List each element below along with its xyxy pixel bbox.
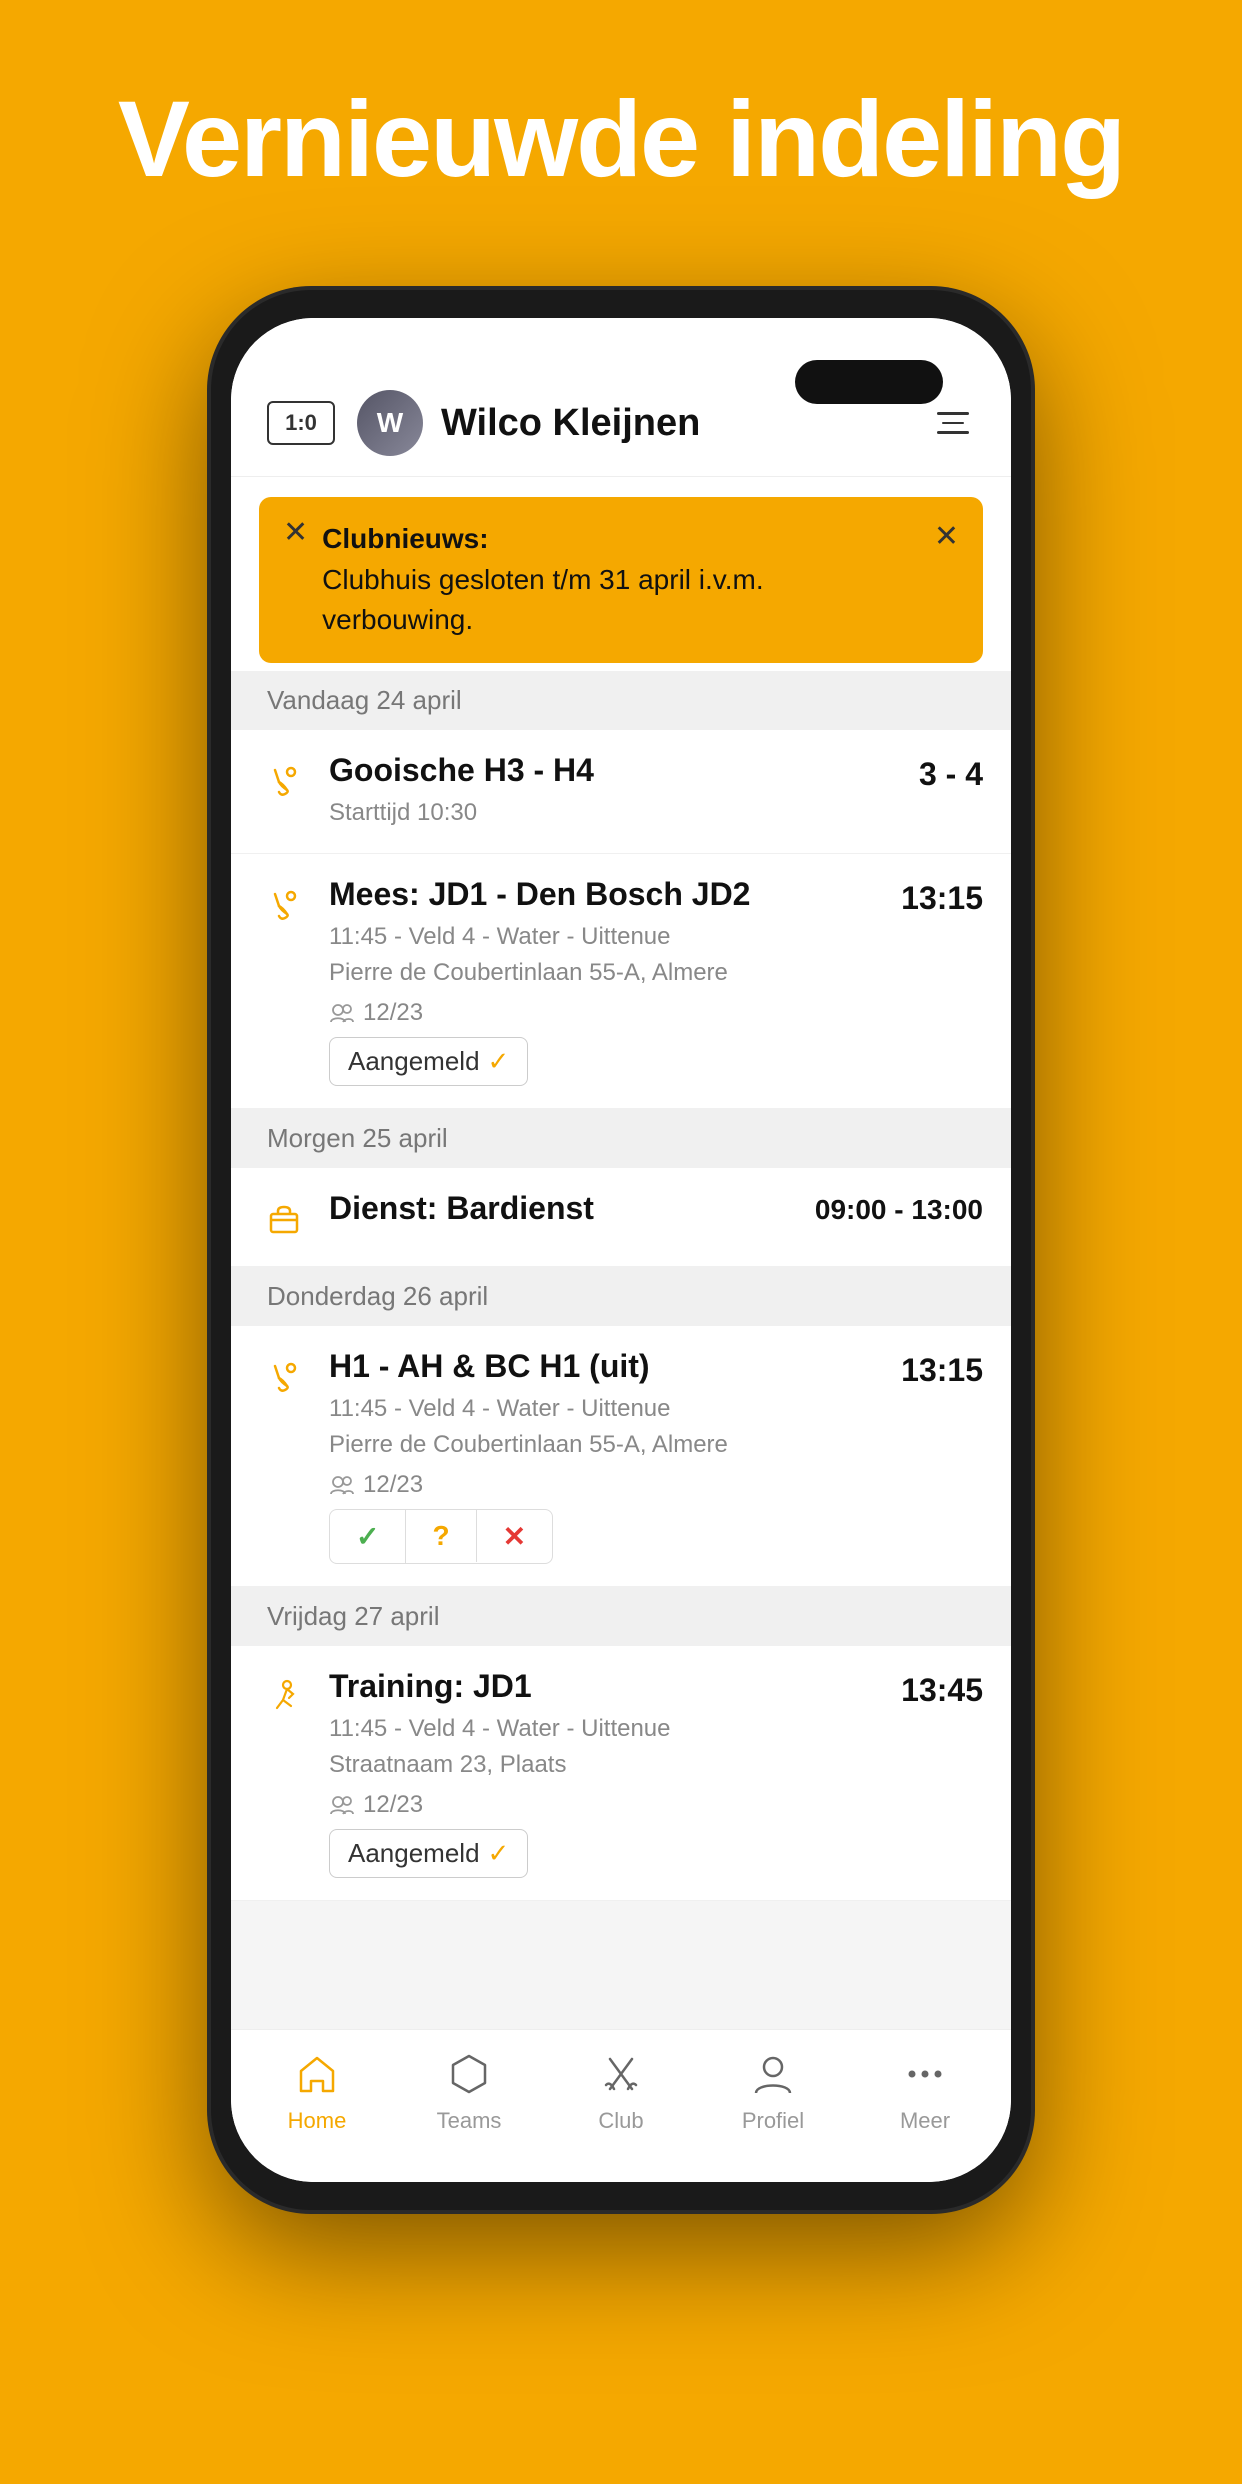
news-banner: ✕ Clubnieuws: Clubhuis gesloten t/m 31 a… — [259, 497, 983, 663]
screen-content: 1:0 W Wilco Kleijnen ✕ Clubnieuws: — [231, 318, 1011, 2182]
participants-5: 12/23 — [329, 1791, 887, 1819]
date-header-vrijdag: Vrijdag 27 april — [231, 1587, 1011, 1646]
service-icon-3 — [259, 1194, 309, 1244]
match-icon-1 — [259, 756, 309, 806]
home-icon — [291, 2048, 343, 2100]
event-training-jd1[interactable]: Training: JD1 11:45 - Veld 4 - Water - U… — [231, 1646, 1011, 1901]
participants-4: 12/23 — [329, 1471, 887, 1499]
score-icon[interactable]: 1:0 — [267, 401, 335, 445]
date-header-donderdag: Donderdag 26 april — [231, 1267, 1011, 1326]
event-details-4: H1 - AH & BC H1 (uit) 11:45 - Veld 4 - W… — [329, 1348, 887, 1564]
date-header-today: Vandaag 24 april — [231, 671, 1011, 730]
nav-meer-label: Meer — [900, 2108, 950, 2134]
date-label-today: Vandaag 24 april — [267, 685, 462, 715]
event-time-2: 13:15 — [901, 880, 983, 917]
event-time-5: 13:45 — [901, 1672, 983, 1709]
registration-badge-2[interactable]: Aangemeld ✓ — [329, 1037, 528, 1086]
no-button-4[interactable]: ✕ — [477, 1510, 552, 1563]
teams-icon — [443, 2048, 495, 2100]
nav-profiel[interactable]: Profiel — [697, 2048, 849, 2134]
news-x-icon: ✕ — [283, 515, 308, 550]
event-sub-2: 11:45 - Veld 4 - Water - Uittenue Pierre… — [329, 919, 887, 991]
date-label-morgen: Morgen 25 april — [267, 1123, 448, 1153]
phone-device: 1:0 W Wilco Kleijnen ✕ Clubnieuws: — [211, 290, 1031, 2210]
event-sub-1: Starttijd 10:30 — [329, 795, 905, 831]
participants-count-4: 12/23 — [363, 1471, 423, 1499]
event-sub-line1-2: 11:45 - Veld 4 - Water - Uittenue — [329, 923, 671, 950]
date-label-vrijdag: Vrijdag 27 april — [267, 1601, 439, 1631]
training-icon-5 — [259, 1672, 309, 1722]
registration-label-5: Aangemeld — [348, 1838, 480, 1869]
match-icon-2 — [259, 880, 309, 930]
event-sub-4: 11:45 - Veld 4 - Water - Uittenue Pierre… — [329, 1391, 887, 1463]
registration-label-2: Aangemeld — [348, 1046, 480, 1077]
event-sub-line1-5: 11:45 - Veld 4 - Water - Uittenue — [329, 1715, 671, 1742]
event-details-2: Mees: JD1 - Den Bosch JD2 11:45 - Veld 4… — [329, 876, 887, 1086]
event-details-5: Training: JD1 11:45 - Veld 4 - Water - U… — [329, 1668, 887, 1878]
scroll-spacer — [231, 1901, 1011, 2029]
bottom-navigation: Home Teams — [231, 2029, 1011, 2182]
event-mees-jd1[interactable]: Mees: JD1 - Den Bosch JD2 11:45 - Veld 4… — [231, 854, 1011, 1109]
nav-teams[interactable]: Teams — [393, 2048, 545, 2134]
date-header-morgen: Morgen 25 april — [231, 1109, 1011, 1168]
event-title-1: Gooische H3 - H4 — [329, 752, 905, 789]
participants-count-2: 12/23 — [363, 999, 423, 1027]
event-title-3: Dienst: Bardienst — [329, 1190, 801, 1227]
page-title: Vernieuwde indeling — [0, 80, 1242, 199]
event-time-3: 09:00 - 13:00 — [815, 1194, 983, 1226]
event-sub-5: 11:45 - Veld 4 - Water - Uittenue Straat… — [329, 1711, 887, 1783]
event-sub-line2-5: Straatnaam 23, Plaats — [329, 1751, 566, 1778]
event-time-1: 3 - 4 — [919, 756, 983, 793]
filter-lines-icon — [937, 412, 969, 434]
avatar-image: W — [357, 390, 423, 456]
user-name: Wilco Kleijnen — [441, 402, 931, 445]
event-gooische[interactable]: Gooische H3 - H4 Starttijd 10:30 3 - 4 — [231, 730, 1011, 854]
event-bardienst[interactable]: Dienst: Bardienst 09:00 - 13:00 — [231, 1168, 1011, 1267]
event-time-4: 13:15 — [901, 1352, 983, 1389]
registration-badge-5[interactable]: Aangemeld ✓ — [329, 1829, 528, 1878]
news-text: Clubnieuws: Clubhuis gesloten t/m 31 apr… — [322, 519, 920, 641]
profile-icon — [747, 2048, 799, 2100]
event-sub-line2-4: Pierre de Coubertinlaan 55-A, Almere — [329, 1431, 728, 1458]
news-title: Clubnieuws: — [322, 523, 488, 554]
participants-count-5: 12/23 — [363, 1791, 423, 1819]
avatar[interactable]: W — [357, 390, 423, 456]
nav-teams-label: Teams — [437, 2108, 502, 2134]
event-title-2: Mees: JD1 - Den Bosch JD2 — [329, 876, 887, 913]
event-title-4: H1 - AH & BC H1 (uit) — [329, 1348, 887, 1385]
news-message: Clubhuis gesloten t/m 31 april i.v.m. ve… — [322, 564, 763, 636]
event-h1-ah[interactable]: H1 - AH & BC H1 (uit) 11:45 - Veld 4 - W… — [231, 1326, 1011, 1587]
date-label-donderdag: Donderdag 26 april — [267, 1281, 488, 1311]
nav-home-label: Home — [288, 2108, 347, 2134]
participants-2: 12/23 — [329, 999, 887, 1027]
nav-club-label: Club — [598, 2108, 643, 2134]
event-details-3: Dienst: Bardienst — [329, 1190, 801, 1233]
response-buttons-4: ✓ ? ✕ — [329, 1509, 553, 1564]
camera-bar — [795, 360, 943, 404]
nav-club[interactable]: Club — [545, 2048, 697, 2134]
nav-profiel-label: Profiel — [742, 2108, 804, 2134]
match-icon-4 — [259, 1352, 309, 1402]
nav-home[interactable]: Home — [241, 2048, 393, 2134]
check-icon-2: ✓ — [488, 1046, 510, 1077]
events-scroll-area: Vandaag 24 april Gooische H3 - H4 — [231, 671, 1011, 2029]
filter-button[interactable] — [931, 401, 975, 445]
event-title-5: Training: JD1 — [329, 1668, 887, 1705]
check-icon-5: ✓ — [488, 1838, 510, 1869]
score-label: 1:0 — [285, 410, 317, 436]
phone-screen: 1:0 W Wilco Kleijnen ✕ Clubnieuws: — [231, 318, 1011, 2182]
news-close-button[interactable]: ✕ — [934, 519, 959, 554]
maybe-button-4[interactable]: ? — [406, 1510, 476, 1562]
yes-button-4[interactable]: ✓ — [330, 1510, 406, 1563]
event-sub-line1-4: 11:45 - Veld 4 - Water - Uittenue — [329, 1395, 671, 1422]
meer-icon — [899, 2048, 951, 2100]
nav-meer[interactable]: Meer — [849, 2048, 1001, 2134]
club-icon — [595, 2048, 647, 2100]
event-details-1: Gooische H3 - H4 Starttijd 10:30 — [329, 752, 905, 831]
event-sub-line2-2: Pierre de Coubertinlaan 55-A, Almere — [329, 959, 728, 986]
